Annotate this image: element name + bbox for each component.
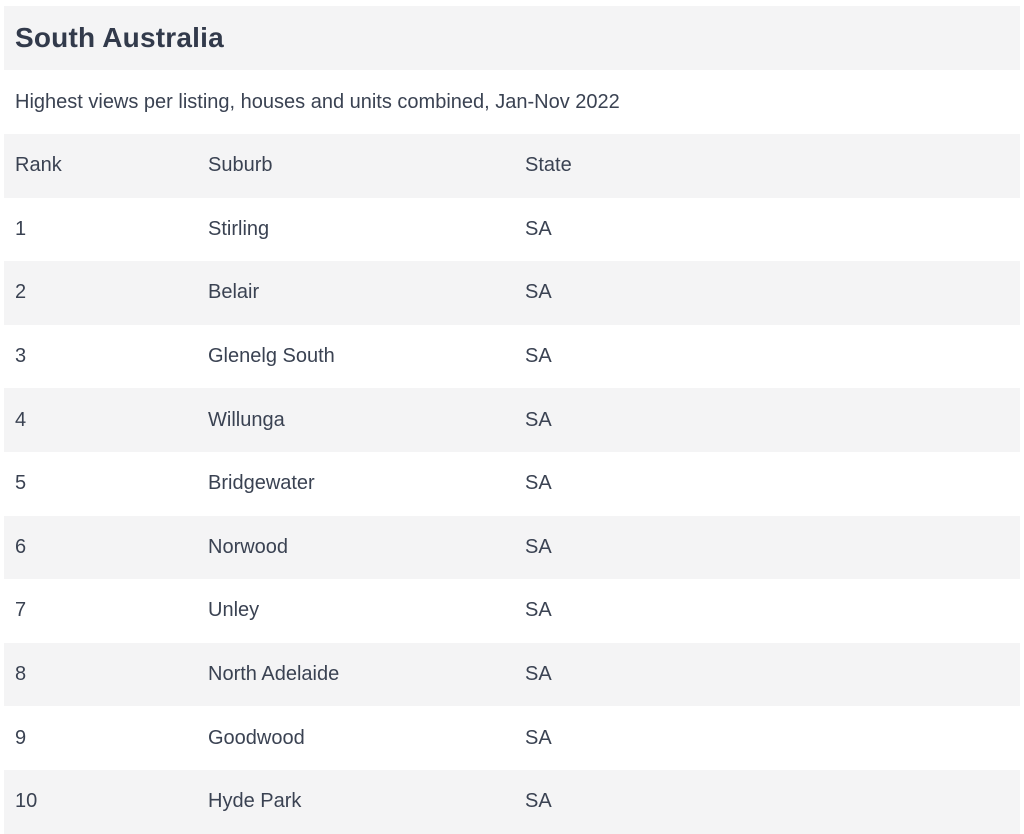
rank-cell: 6 — [15, 535, 27, 558]
rank-cell: 2 — [15, 281, 27, 304]
page-subtitle: Highest views per listing, houses and un… — [15, 90, 620, 113]
suburb-cell: Stirling — [208, 217, 270, 240]
table-row: 7 Unley SA — [4, 579, 1020, 643]
rank-cell: 1 — [15, 217, 27, 240]
table-row: 5 Bridgewater SA — [4, 452, 1020, 516]
state-cell: SA — [525, 535, 552, 558]
table-header-row: Rank Suburb State — [4, 134, 1020, 198]
rank-cell: 4 — [15, 408, 27, 431]
suburb-cell: Willunga — [208, 408, 285, 431]
table-row: 2 Belair SA — [4, 261, 1020, 325]
suburb-cell: Norwood — [208, 535, 289, 558]
ranking-table: Rank Suburb State 1 Stirling SA 2 Belair… — [4, 134, 1020, 834]
state-cell: SA — [525, 663, 552, 686]
state-cell: SA — [525, 599, 552, 622]
rank-cell: 3 — [15, 345, 27, 368]
table-row: 9 Goodwood SA — [4, 706, 1020, 770]
subtitle-row: Highest views per listing, houses and un… — [4, 70, 1020, 134]
state-cell: SA — [525, 408, 552, 431]
state-cell: SA — [525, 472, 552, 495]
title-bar: South Australia — [4, 6, 1020, 70]
suburb-cell: Glenelg South — [208, 345, 335, 368]
table-row: 6 Norwood SA — [4, 515, 1020, 580]
column-header-suburb: Suburb — [208, 154, 273, 177]
table-row: 3 Glenelg South SA — [4, 325, 1020, 389]
suburb-cell: Unley — [208, 599, 260, 622]
state-cell: SA — [525, 281, 552, 304]
state-cell: SA — [525, 726, 552, 749]
table-row: 1 Stirling SA — [4, 198, 1020, 262]
rank-cell: 5 — [15, 472, 27, 495]
rank-cell: 9 — [15, 726, 27, 749]
rank-cell: 8 — [15, 663, 27, 686]
state-cell: SA — [525, 217, 552, 240]
suburb-cell: Goodwood — [208, 726, 305, 749]
page-title: South Australia — [15, 22, 224, 53]
column-header-state: State — [525, 154, 572, 177]
ranking-panel: South Australia Highest views per listin… — [4, 6, 1020, 834]
state-cell: SA — [525, 345, 552, 368]
table-row: 10 Hyde Park SA — [4, 769, 1020, 834]
suburb-cell: North Adelaide — [208, 663, 340, 686]
suburb-cell: Bridgewater — [208, 472, 315, 495]
state-cell: SA — [525, 790, 552, 813]
suburb-cell: Hyde Park — [208, 790, 302, 813]
table-row: 8 North Adelaide SA — [4, 642, 1020, 707]
table-row: 4 Willunga SA — [4, 388, 1020, 452]
rank-cell: 7 — [15, 599, 27, 622]
column-header-rank: Rank — [15, 154, 62, 177]
suburb-cell: Belair — [208, 281, 260, 304]
rank-cell: 10 — [15, 790, 38, 813]
